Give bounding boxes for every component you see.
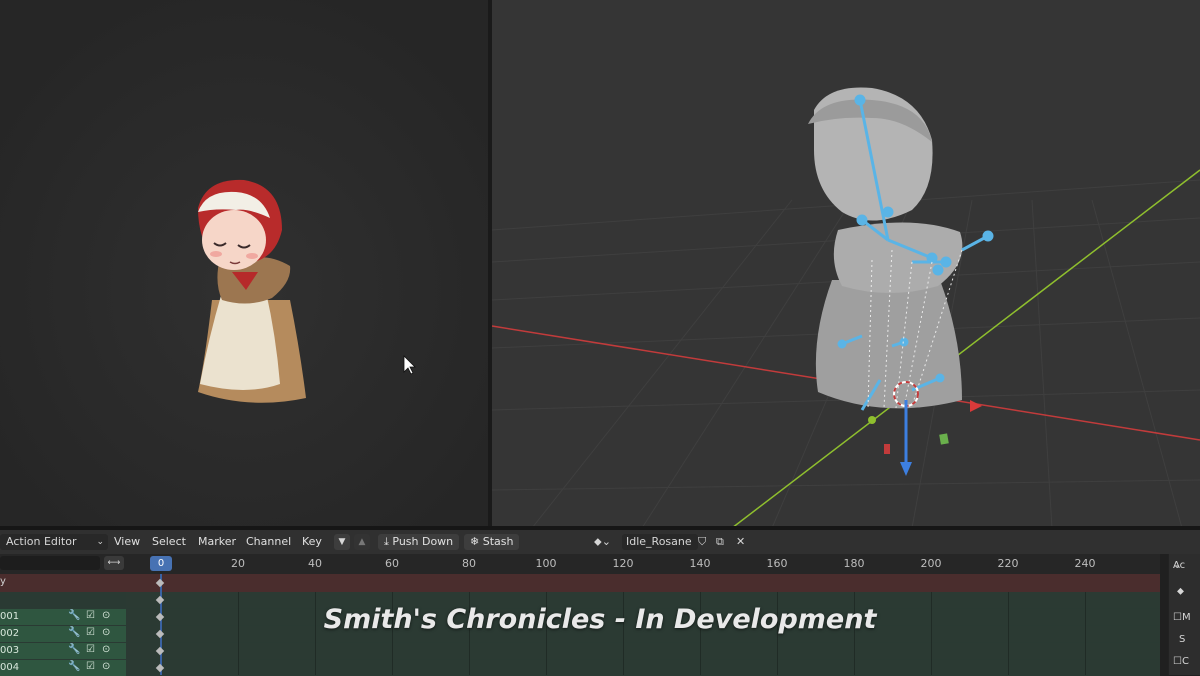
channel-track[interactable] bbox=[126, 660, 1160, 676]
chevron-down-icon: ⌄ bbox=[96, 537, 104, 547]
summary-label: y bbox=[0, 576, 6, 587]
tick-label: 180 bbox=[843, 557, 865, 570]
action-browse-icon[interactable]: ⬥⌄ bbox=[594, 534, 611, 550]
tick-label: 140 bbox=[689, 557, 711, 570]
y-handle-icon bbox=[939, 433, 949, 445]
channel-row[interactable]: 003 🔧 ☑ ⊙ bbox=[0, 643, 126, 659]
fake-user-shield-icon[interactable]: ⛉ bbox=[698, 534, 706, 550]
menu-view[interactable]: View bbox=[114, 534, 140, 550]
summary-channel[interactable]: y bbox=[0, 574, 1160, 592]
frame-ruler[interactable]: 20 40 60 80 100 120 140 160 180 200 220 … bbox=[0, 554, 1160, 574]
stash-button[interactable]: ❄ Stash bbox=[464, 534, 520, 550]
current-frame-indicator[interactable]: 0 bbox=[150, 556, 172, 571]
tick-label: 240 bbox=[1074, 557, 1096, 570]
tick-label: 220 bbox=[997, 557, 1019, 570]
unlink-action-close-icon[interactable]: ✕ bbox=[736, 534, 745, 550]
action-editor-header: Action Editor ⌄ View Select Marker Chann… bbox=[0, 530, 1200, 554]
wrench-icon[interactable]: 🔧 bbox=[68, 661, 80, 672]
tick-label: 160 bbox=[766, 557, 788, 570]
menu-key[interactable]: Key bbox=[302, 534, 322, 550]
snowflake-icon: ❄ bbox=[470, 535, 480, 548]
checkbox-icon[interactable]: ☑ bbox=[86, 661, 95, 672]
wrench-icon[interactable]: 🔧 bbox=[68, 644, 80, 655]
channel-row[interactable]: 004 🔧 ☑ ⊙ bbox=[0, 660, 126, 676]
editor-mode-select[interactable]: Action Editor ⌄ bbox=[0, 534, 108, 550]
channel-name: 004 bbox=[0, 662, 20, 673]
action-name-field[interactable]: Idle_Rosane bbox=[622, 534, 698, 550]
editor-mode-label: Action Editor bbox=[6, 535, 77, 548]
lock-icon[interactable]: ⊙ bbox=[102, 661, 110, 672]
panel-field[interactable]: S bbox=[1179, 634, 1185, 645]
channel-search-input[interactable] bbox=[0, 556, 100, 570]
tick-label: 120 bbox=[612, 557, 634, 570]
menu-channel[interactable]: Channel bbox=[246, 534, 291, 550]
push-down-icon: ⤓ bbox=[384, 535, 389, 548]
render-viewport[interactable] bbox=[0, 0, 488, 528]
x-handle-icon bbox=[884, 444, 890, 454]
channel-track[interactable] bbox=[126, 643, 1160, 659]
lock-icon[interactable]: ⊙ bbox=[102, 644, 110, 655]
video-caption: Smith's Chronicles - In Development bbox=[323, 604, 877, 635]
duplicate-action-icon[interactable]: ⧉ bbox=[716, 534, 724, 550]
channel-name: 003 bbox=[0, 645, 20, 656]
menu-select[interactable]: Select bbox=[152, 534, 186, 550]
move-up-icon[interactable]: ▲ bbox=[354, 534, 370, 550]
action-icon: ⬥ bbox=[1177, 586, 1184, 597]
move-down-icon[interactable]: ▼ bbox=[334, 534, 350, 550]
tick-label: 40 bbox=[308, 557, 322, 570]
checkbox-icon[interactable]: ☑ bbox=[86, 644, 95, 655]
3d-viewport[interactable] bbox=[492, 0, 1200, 528]
tick-label: 100 bbox=[535, 557, 557, 570]
channel-search: ⟷ bbox=[0, 556, 126, 572]
tick-label: 80 bbox=[462, 557, 476, 570]
tick-label: 200 bbox=[920, 557, 942, 570]
menu-marker[interactable]: Marker bbox=[198, 534, 236, 550]
tick-label: 20 bbox=[231, 557, 245, 570]
tick-label: 60 bbox=[385, 557, 399, 570]
push-down-button[interactable]: ⤓ Push Down bbox=[378, 534, 460, 550]
swap-arrows-icon[interactable]: ⟷ bbox=[104, 556, 124, 570]
panel-checkbox[interactable]: ☐ C bbox=[1173, 656, 1189, 667]
